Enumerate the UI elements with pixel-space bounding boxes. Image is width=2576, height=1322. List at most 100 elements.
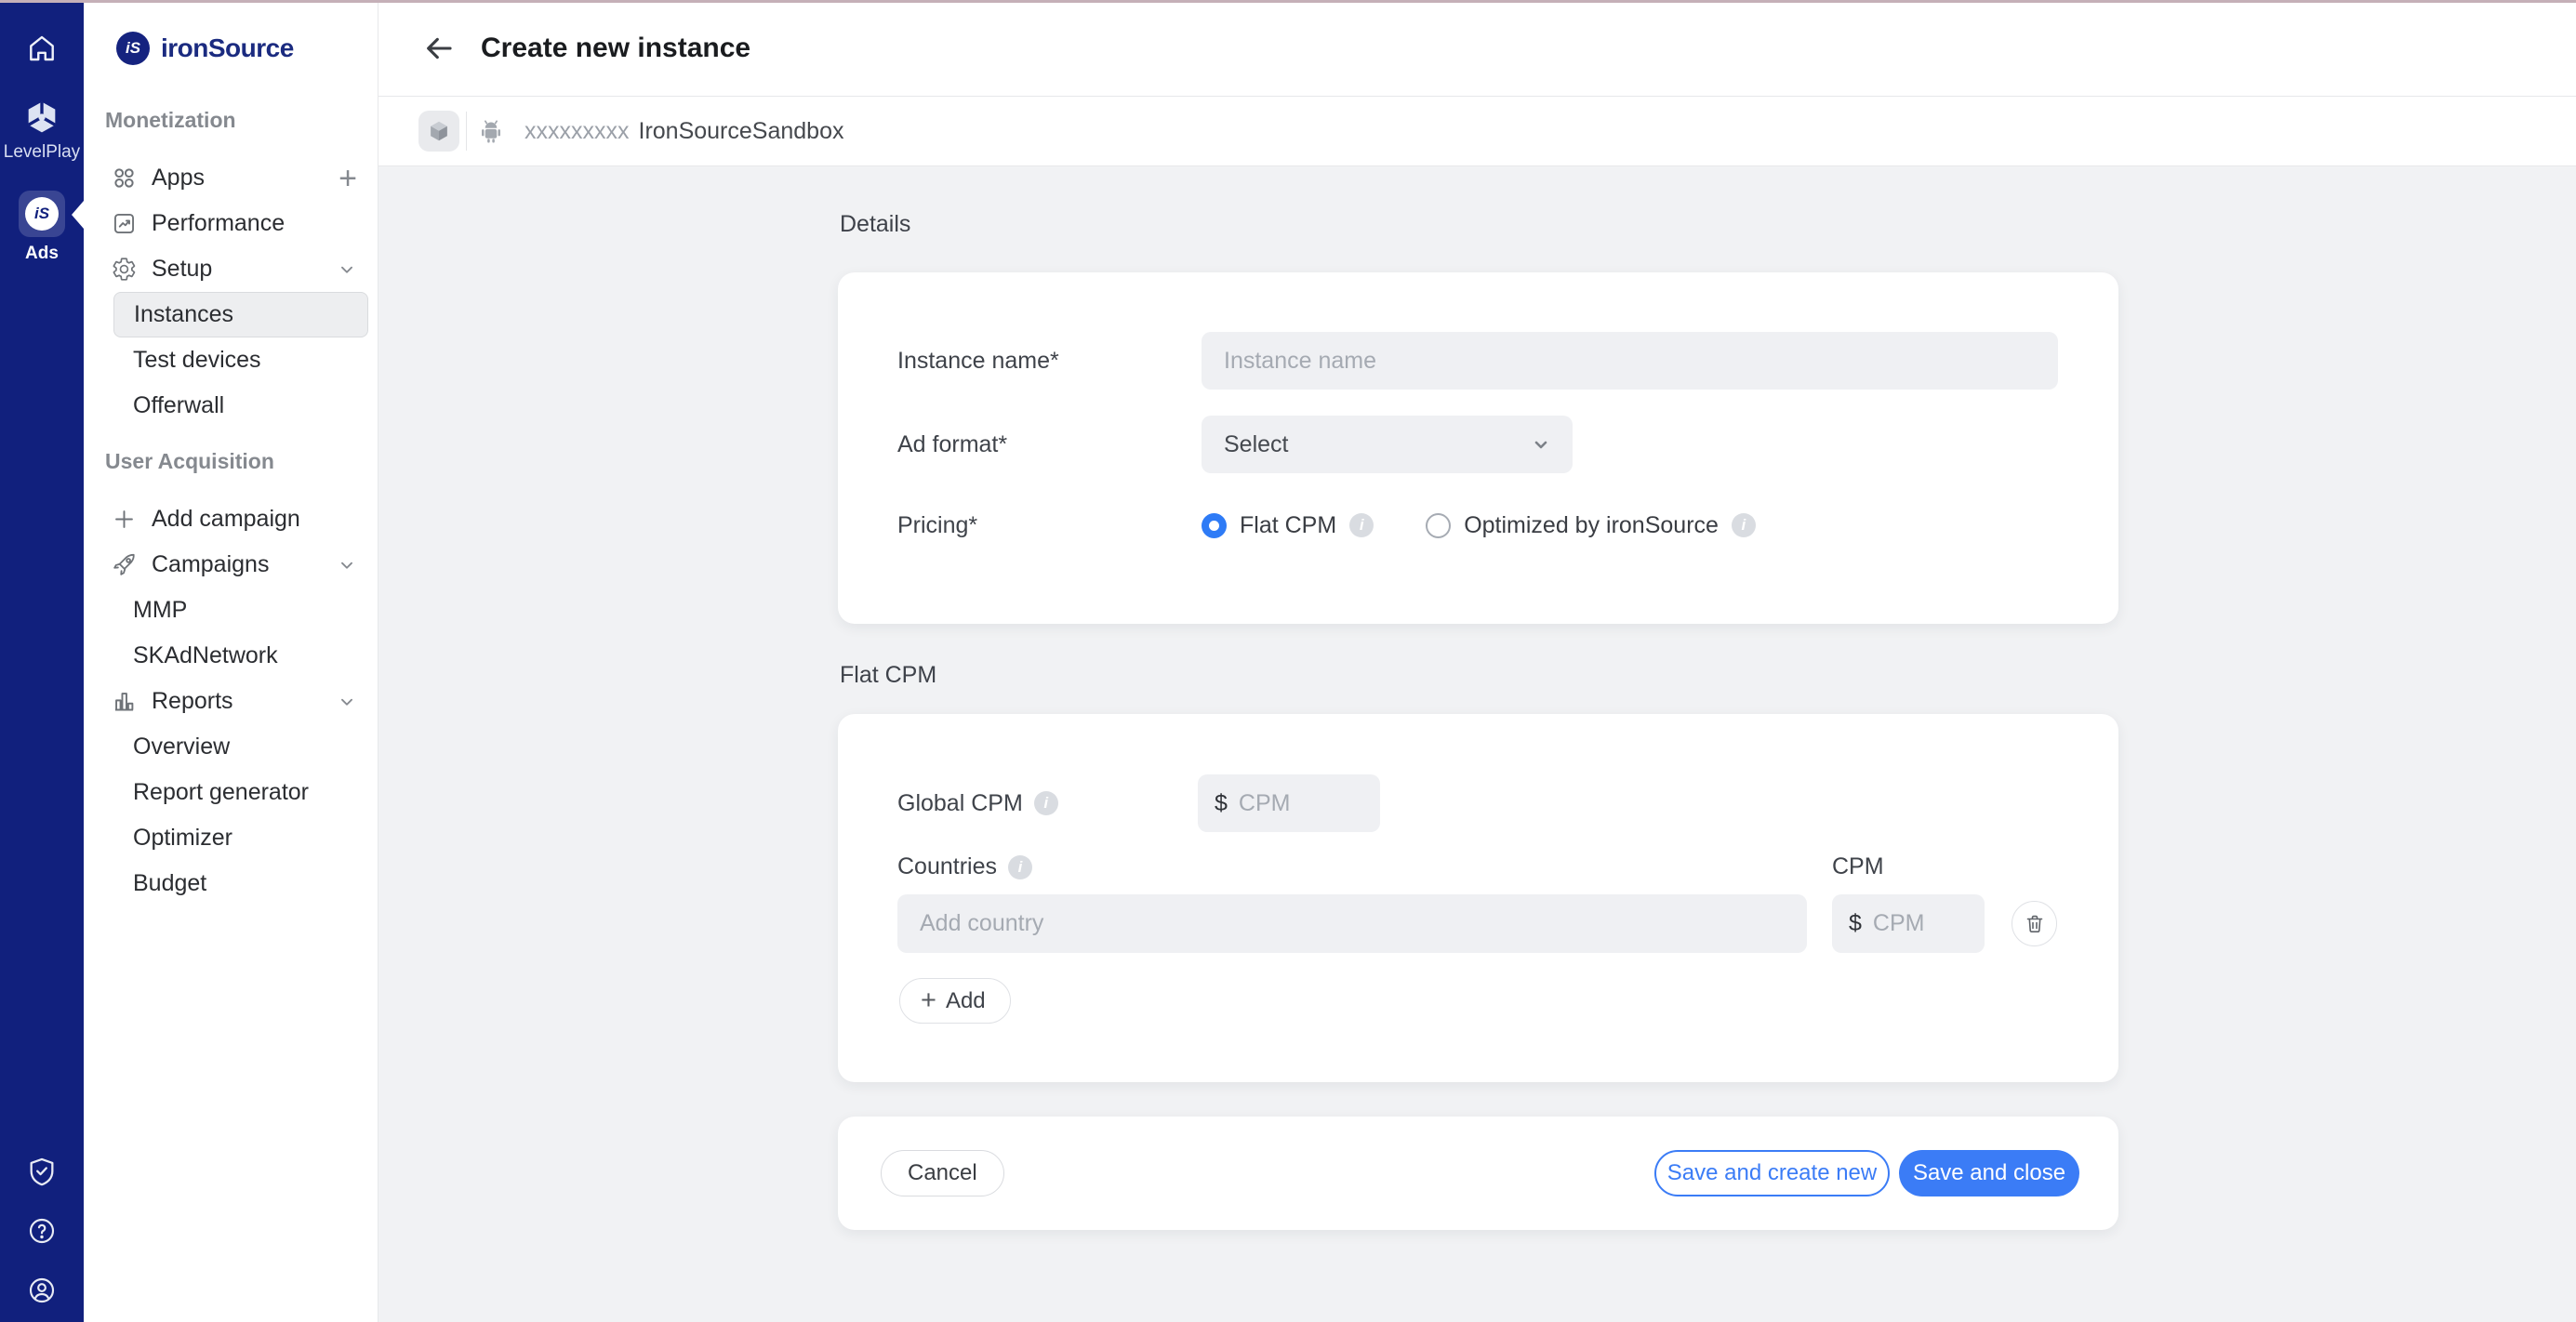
user-icon bbox=[27, 1276, 57, 1305]
sidebar-item-label: Instances bbox=[134, 301, 233, 328]
ad-format-select[interactable]: Select bbox=[1202, 416, 1573, 473]
sidebar-item-label: Campaigns bbox=[152, 551, 269, 578]
delete-country-row-button[interactable] bbox=[2012, 901, 2057, 946]
sidebar-item-label: Optimizer bbox=[133, 825, 232, 852]
instance-name-label: Instance name* bbox=[897, 348, 1202, 375]
bar-chart-icon bbox=[112, 689, 137, 714]
chevron-down-icon[interactable] bbox=[337, 259, 357, 280]
rail-item-label: LevelPlay bbox=[4, 142, 80, 163]
apps-grid-icon bbox=[112, 165, 137, 191]
cpm-column-label: CPM bbox=[1832, 853, 1884, 880]
save-and-close-button[interactable]: Save and close bbox=[1899, 1150, 2079, 1196]
top-accent-line bbox=[0, 0, 2576, 3]
pricing-row: Pricing* Flat CPM i Optimized by ironSou… bbox=[897, 501, 2059, 549]
help-button[interactable] bbox=[0, 1216, 84, 1246]
cancel-button[interactable]: Cancel bbox=[881, 1150, 1004, 1196]
global-cpm-input-group: $ bbox=[1198, 774, 1380, 832]
app-id: xxxxxxxxx bbox=[524, 118, 630, 145]
page-header: Create new instance bbox=[378, 0, 2576, 97]
sidebar-item-label: SKAdNetwork bbox=[133, 642, 278, 669]
countries-label: Countries bbox=[897, 853, 997, 880]
sidebar-item-budget[interactable]: Budget bbox=[113, 861, 368, 906]
countries-label-group: Countries i bbox=[897, 853, 1032, 880]
ironsource-ads-icon: iS bbox=[25, 197, 59, 231]
optimized-radio[interactable] bbox=[1426, 513, 1451, 538]
ad-format-label: Ad format* bbox=[897, 431, 1202, 458]
flat-cpm-section-title: Flat CPM bbox=[840, 662, 936, 689]
ad-format-row: Ad format* Select bbox=[897, 416, 2059, 473]
flat-cpm-radio-label: Flat CPM bbox=[1240, 512, 1336, 539]
sidebar-item-report-generator[interactable]: Report generator bbox=[113, 770, 368, 815]
ads-active-tile: iS bbox=[19, 191, 65, 237]
add-country-row-button[interactable]: + Add bbox=[899, 978, 1011, 1024]
ironsource-logo[interactable]: iS ironSource bbox=[116, 32, 378, 65]
info-icon[interactable]: i bbox=[1008, 855, 1032, 879]
sidebar-item-mmp[interactable]: MMP bbox=[113, 588, 368, 633]
sidebar-item-add-campaign[interactable]: Add campaign bbox=[84, 496, 378, 542]
arrow-left-icon bbox=[423, 33, 455, 64]
sidebar-item-campaigns[interactable]: Campaigns bbox=[84, 542, 378, 588]
info-icon[interactable]: i bbox=[1349, 513, 1374, 537]
flat-cpm-card: Global CPM i $ Countries i CPM $ + Add bbox=[838, 714, 2118, 1082]
sidebar-item-label: Setup bbox=[152, 256, 212, 283]
main-content: Details Instance name* Ad format* Select… bbox=[378, 166, 2576, 1322]
active-rail-pointer bbox=[72, 201, 84, 229]
info-icon[interactable]: i bbox=[1034, 791, 1058, 815]
save-and-create-new-button[interactable]: Save and create new bbox=[1654, 1150, 1890, 1196]
ad-format-selected-value: Select bbox=[1224, 431, 1288, 458]
sidebar-item-instances[interactable]: Instances bbox=[113, 292, 368, 337]
app-context-bar: xxxxxxxxx IronSourceSandbox bbox=[378, 97, 2576, 166]
global-cpm-input[interactable] bbox=[1239, 790, 1363, 817]
privacy-button[interactable] bbox=[0, 1156, 84, 1187]
flat-cpm-radio[interactable] bbox=[1202, 513, 1227, 538]
global-cpm-label: Global CPM bbox=[897, 790, 1023, 817]
sidebar-item-test-devices[interactable]: Test devices bbox=[113, 337, 368, 383]
sidebar-item-setup[interactable]: Setup bbox=[84, 246, 378, 292]
rail-item-label: Ads bbox=[25, 244, 59, 264]
sidebar-item-label: Test devices bbox=[133, 347, 261, 374]
country-cpm-input[interactable] bbox=[1873, 910, 1968, 937]
app-platform-button[interactable] bbox=[418, 111, 459, 152]
sidebar-item-performance[interactable]: Performance bbox=[84, 201, 378, 246]
sidebar-item-label: MMP bbox=[133, 597, 187, 624]
instance-name-input[interactable] bbox=[1202, 332, 2058, 390]
ironsource-logo-icon: iS bbox=[116, 32, 150, 65]
pricing-label: Pricing* bbox=[897, 512, 1202, 539]
info-icon[interactable]: i bbox=[1732, 513, 1756, 537]
android-icon bbox=[476, 116, 506, 146]
gear-icon bbox=[112, 257, 137, 282]
global-cpm-label-group: Global CPM i bbox=[897, 774, 1058, 832]
optimized-radio-label: Optimized by ironSource bbox=[1464, 512, 1719, 539]
account-button[interactable] bbox=[0, 1276, 84, 1305]
rocket-icon bbox=[112, 552, 137, 577]
add-app-button[interactable]: + bbox=[339, 163, 357, 194]
sidebar-item-label: Overview bbox=[133, 734, 230, 760]
logo-wordmark: ironSource bbox=[161, 33, 294, 63]
sidebar-item-reports[interactable]: Reports bbox=[84, 679, 378, 724]
dollar-sign: $ bbox=[1849, 910, 1862, 937]
logo-monogram: iS bbox=[126, 39, 140, 58]
sidebar-item-skadnetwork[interactable]: SKAdNetwork bbox=[113, 633, 368, 679]
sidebar-item-label: Performance bbox=[152, 210, 285, 237]
details-card: Instance name* Ad format* Select Pricing… bbox=[838, 272, 2118, 624]
form-actions-card: Cancel Save and create new Save and clos… bbox=[838, 1117, 2118, 1230]
sidebar-item-optimizer[interactable]: Optimizer bbox=[113, 815, 368, 861]
sidebar-item-apps[interactable]: Apps + bbox=[84, 155, 378, 201]
add-button-label: Add bbox=[946, 988, 986, 1014]
sidebar-item-label: Apps bbox=[152, 165, 205, 192]
home-button[interactable] bbox=[0, 32, 84, 65]
back-button[interactable] bbox=[423, 33, 455, 64]
trash-icon bbox=[2024, 913, 2046, 935]
help-icon bbox=[27, 1216, 57, 1246]
chevron-down-icon bbox=[1530, 433, 1552, 456]
plus-icon: + bbox=[921, 987, 936, 1014]
rail-item-levelplay[interactable]: LevelPlay bbox=[0, 99, 84, 163]
chevron-down-icon[interactable] bbox=[337, 692, 357, 712]
page-title: Create new instance bbox=[481, 33, 750, 64]
sidebar-item-overview[interactable]: Overview bbox=[113, 724, 368, 770]
shield-check-icon bbox=[26, 1156, 58, 1187]
sidebar-item-offerwall[interactable]: Offerwall bbox=[113, 383, 368, 429]
add-country-input[interactable] bbox=[897, 894, 1807, 953]
chevron-down-icon[interactable] bbox=[337, 555, 357, 575]
divider bbox=[466, 112, 467, 151]
